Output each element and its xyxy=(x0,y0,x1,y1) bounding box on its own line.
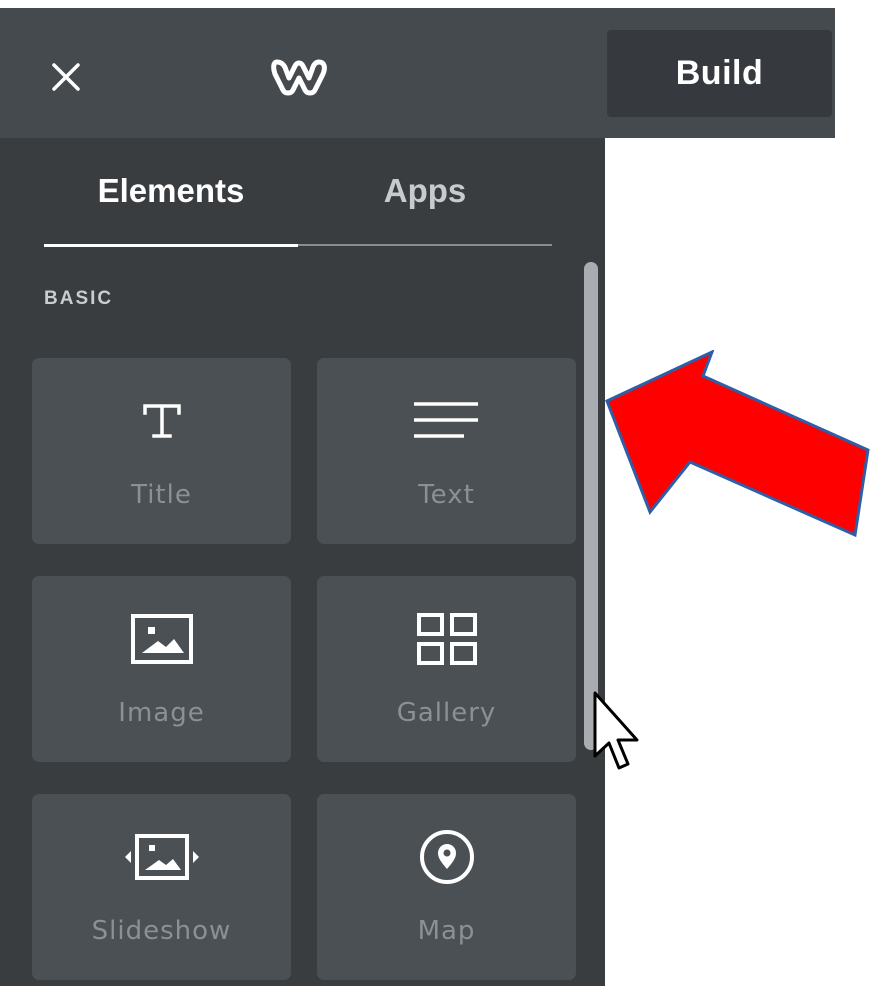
title-icon xyxy=(32,386,291,456)
build-button[interactable]: Build xyxy=(607,30,832,117)
tile-label: Map xyxy=(417,916,476,946)
tile-label: Gallery xyxy=(396,698,497,728)
panel-scrollbar[interactable] xyxy=(584,262,598,750)
elements-panel: Elements Apps BASIC Title Text Image Gal… xyxy=(0,138,605,986)
tile-label: Image xyxy=(118,698,205,728)
map-pin-icon xyxy=(317,822,576,892)
close-icon[interactable] xyxy=(42,53,90,101)
panel-tabs: Elements Apps xyxy=(44,138,552,247)
mouse-pointer-icon xyxy=(592,690,652,780)
slideshow-icon xyxy=(32,822,291,892)
section-label-basic: BASIC xyxy=(44,288,114,309)
element-tile-image[interactable]: Image xyxy=(32,576,291,762)
element-tile-title[interactable]: Title xyxy=(32,358,291,544)
tab-apps[interactable]: Apps xyxy=(298,138,552,246)
top-bar: Build xyxy=(0,8,835,138)
tile-label: Slideshow xyxy=(91,916,232,946)
tile-label: Text xyxy=(418,480,475,510)
editor-screen: Build Elements Apps BASIC Title Text Ima… xyxy=(0,0,870,986)
red-arrow-icon xyxy=(600,349,870,550)
image-icon xyxy=(32,604,291,674)
element-tile-map[interactable]: Map xyxy=(317,794,576,980)
element-tile-slideshow[interactable]: Slideshow xyxy=(32,794,291,980)
element-tile-text[interactable]: Text xyxy=(317,358,576,544)
weebly-logo-icon[interactable] xyxy=(263,52,337,98)
text-lines-icon xyxy=(317,386,576,456)
tab-elements[interactable]: Elements xyxy=(44,138,298,247)
gallery-grid-icon xyxy=(317,604,576,674)
tile-label: Title xyxy=(131,480,192,510)
element-tile-gallery[interactable]: Gallery xyxy=(317,576,576,762)
